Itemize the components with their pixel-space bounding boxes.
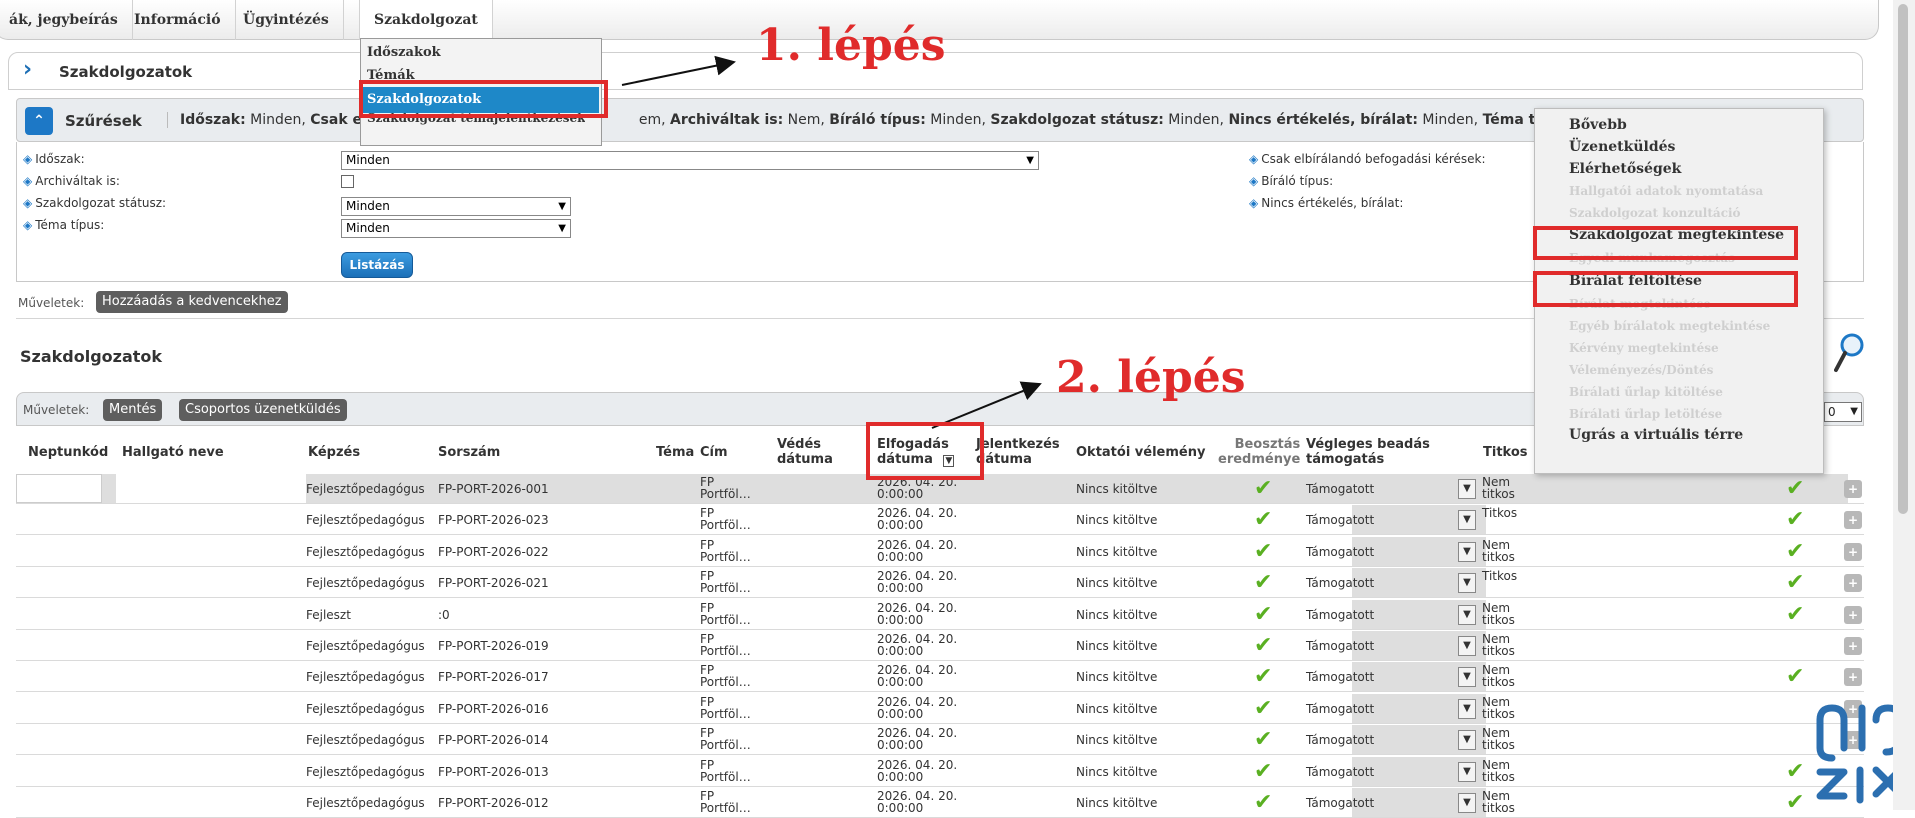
step1-label: 1. lépés [756, 20, 946, 71]
highlight-box-view-thesis [1533, 226, 1798, 260]
highlight-box-step1 [359, 80, 608, 118]
annotation-arrows [621, 55, 1042, 429]
step2-label: 2. lépés [1056, 352, 1246, 403]
highlight-box-step2 [866, 422, 984, 480]
arrow-step1 [621, 55, 736, 86]
highlight-box-upload-review [1533, 271, 1798, 307]
